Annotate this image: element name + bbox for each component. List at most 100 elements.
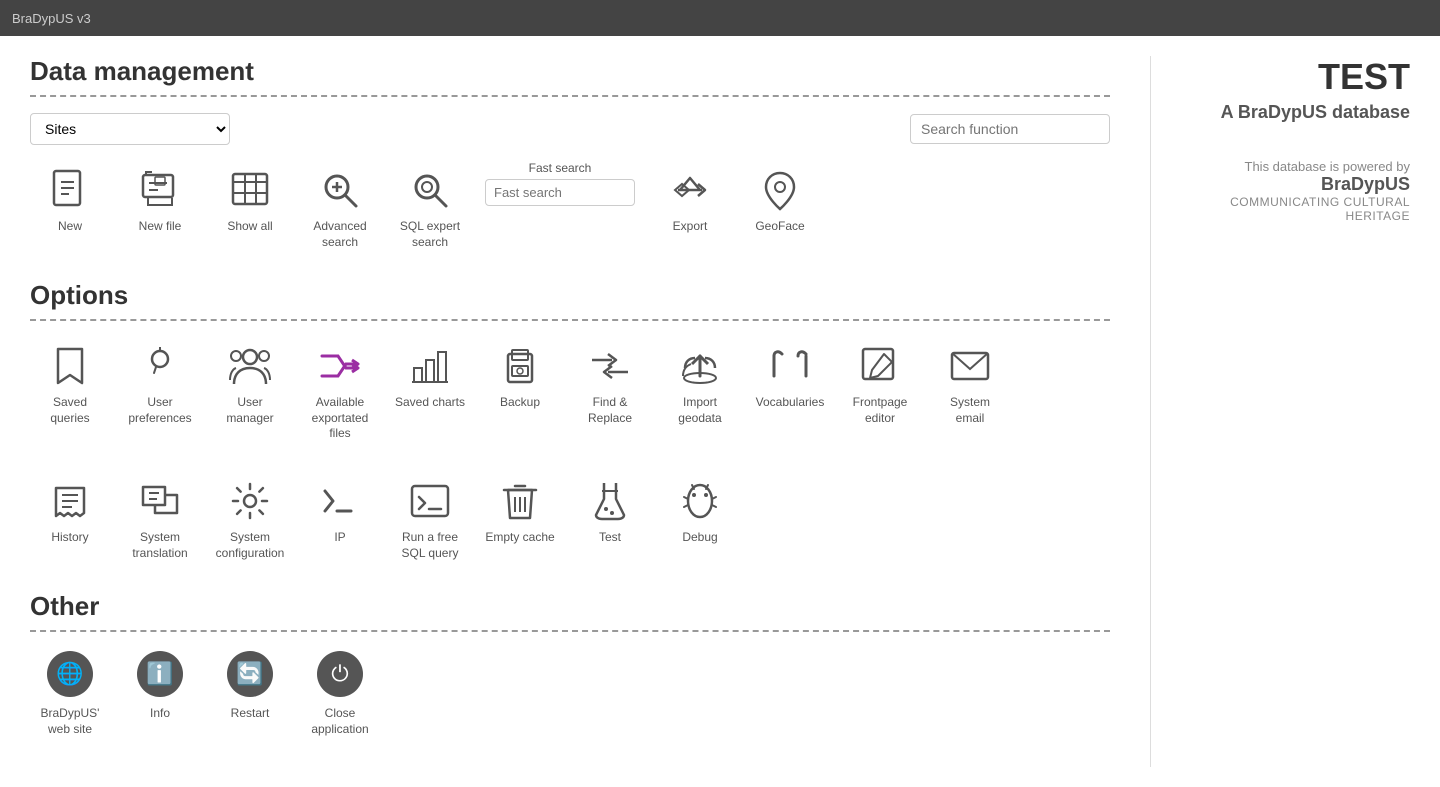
- info-label: Info: [150, 706, 170, 722]
- user-manager-button[interactable]: User manager: [210, 337, 290, 432]
- options-section: Options Saved queries: [30, 280, 1110, 567]
- ip-label: IP: [334, 530, 345, 546]
- frontpage-editor-icon: [857, 343, 903, 389]
- user-preferences-label: User preferences: [124, 395, 196, 426]
- sql-expert-search-button[interactable]: SQL expert search: [390, 161, 470, 256]
- system-translation-icon: [137, 478, 183, 524]
- new-file-label: New file: [139, 219, 182, 235]
- test-label: Test: [599, 530, 621, 546]
- fast-search-label: Fast search: [529, 161, 592, 175]
- system-configuration-label: System configuration: [214, 530, 286, 561]
- options-row1: Saved queries User preferences: [30, 337, 1110, 448]
- app-title: TEST: [1171, 56, 1410, 98]
- brand-name: BraDypUS: [1171, 174, 1410, 195]
- new-button[interactable]: New: [30, 161, 110, 241]
- run-sql-button[interactable]: Run a free SQL query: [390, 472, 470, 567]
- user-preferences-button[interactable]: User preferences: [120, 337, 200, 432]
- info-icon: ℹ️: [137, 654, 183, 700]
- system-configuration-icon: [227, 478, 273, 524]
- show-all-button[interactable]: Show all: [210, 161, 290, 241]
- saved-queries-button[interactable]: Saved queries: [30, 337, 110, 432]
- frontpage-editor-button[interactable]: Frontpage editor: [840, 337, 920, 432]
- export-button[interactable]: Export: [650, 161, 730, 241]
- powered-by-text: This database is powered by: [1171, 159, 1410, 174]
- new-icon: [47, 167, 93, 213]
- options-title: Options: [30, 280, 1110, 311]
- new-file-button[interactable]: New file: [120, 161, 200, 241]
- history-button[interactable]: History: [30, 472, 110, 552]
- backup-icon: [497, 343, 543, 389]
- brand-tagline: COMMUNICATING CULTURAL HERITAGE: [1171, 195, 1410, 223]
- system-email-icon: [947, 343, 993, 389]
- empty-cache-icon: [497, 478, 543, 524]
- import-geodata-icon: [677, 343, 723, 389]
- find-replace-button[interactable]: Find & Replace: [570, 337, 650, 432]
- backup-label: Backup: [500, 395, 540, 411]
- system-email-button[interactable]: System email: [930, 337, 1010, 432]
- ip-button[interactable]: IP: [300, 472, 380, 552]
- right-panel: TEST A BraDypUS database This database i…: [1150, 56, 1410, 767]
- show-all-icon: [227, 167, 273, 213]
- title-bar: BraDypUS v3: [0, 0, 1440, 36]
- find-replace-label: Find & Replace: [574, 395, 646, 426]
- geoface-label: GeoFace: [755, 219, 804, 235]
- backup-button[interactable]: Backup: [480, 337, 560, 417]
- empty-cache-label: Empty cache: [485, 530, 554, 546]
- saved-queries-icon: [47, 343, 93, 389]
- available-exported-button[interactable]: Available exportated files: [300, 337, 380, 448]
- history-icon: [47, 478, 93, 524]
- vocabularies-button[interactable]: Vocabularies: [750, 337, 830, 417]
- globe-icon: 🌐: [47, 654, 93, 700]
- other-title: Other: [30, 591, 1110, 622]
- test-button[interactable]: Test: [570, 472, 650, 552]
- vocabularies-label: Vocabularies: [756, 395, 825, 411]
- available-exported-icon: [317, 343, 363, 389]
- system-translation-button[interactable]: System translation: [120, 472, 200, 567]
- system-configuration-button[interactable]: System configuration: [210, 472, 290, 567]
- frontpage-editor-label: Frontpage editor: [844, 395, 916, 426]
- close-application-button[interactable]: ⏻ Close application: [300, 648, 380, 743]
- debug-button[interactable]: Debug: [660, 472, 740, 552]
- sites-dropdown[interactable]: Sites Table 1 Table 2: [30, 113, 230, 145]
- search-function-input[interactable]: [910, 114, 1110, 144]
- geoface-button[interactable]: GeoFace: [740, 161, 820, 241]
- debug-label: Debug: [682, 530, 717, 546]
- saved-charts-button[interactable]: Saved charts: [390, 337, 470, 417]
- show-all-label: Show all: [227, 219, 272, 235]
- fast-search-group: Fast search: [480, 161, 640, 206]
- import-geodata-button[interactable]: Import geodata: [660, 337, 740, 432]
- app-subtitle: A BraDypUS database: [1171, 102, 1410, 123]
- system-email-label: System email: [934, 395, 1006, 426]
- fast-search-input[interactable]: [485, 179, 635, 206]
- saved-charts-icon: [407, 343, 453, 389]
- restart-button[interactable]: 🔄 Restart: [210, 648, 290, 728]
- restart-label: Restart: [231, 706, 270, 722]
- find-replace-icon: [587, 343, 633, 389]
- options-row2: History System translation: [30, 472, 1110, 567]
- advanced-search-button[interactable]: Advanced search: [300, 161, 380, 256]
- info-button[interactable]: ℹ️ Info: [120, 648, 200, 728]
- new-file-icon: [137, 167, 183, 213]
- saved-charts-label: Saved charts: [395, 395, 465, 411]
- run-sql-icon: [407, 478, 453, 524]
- power-icon: ⏻: [317, 654, 363, 700]
- advanced-search-label: Advanced search: [304, 219, 376, 250]
- geoface-icon: [757, 167, 803, 213]
- debug-icon: [677, 478, 723, 524]
- advanced-search-icon: [317, 167, 363, 213]
- system-translation-label: System translation: [124, 530, 196, 561]
- export-label: Export: [673, 219, 708, 235]
- app-name: BraDypUS v3: [12, 11, 91, 26]
- data-management-icons: New New file: [30, 161, 1110, 256]
- available-exported-label: Available exportated files: [304, 395, 376, 442]
- close-application-label: Close application: [304, 706, 376, 737]
- other-section: Other 🌐 BraDypUS' web site ℹ️ Info: [30, 591, 1110, 743]
- user-manager-label: User manager: [214, 395, 286, 426]
- user-manager-icon: [227, 343, 273, 389]
- bradypus-website-button[interactable]: 🌐 BraDypUS' web site: [30, 648, 110, 743]
- data-management-section: Data management Sites Table 1 Table 2: [30, 56, 1110, 256]
- history-label: History: [51, 530, 88, 546]
- empty-cache-button[interactable]: Empty cache: [480, 472, 560, 552]
- new-label: New: [58, 219, 82, 235]
- data-management-title: Data management: [30, 56, 1110, 87]
